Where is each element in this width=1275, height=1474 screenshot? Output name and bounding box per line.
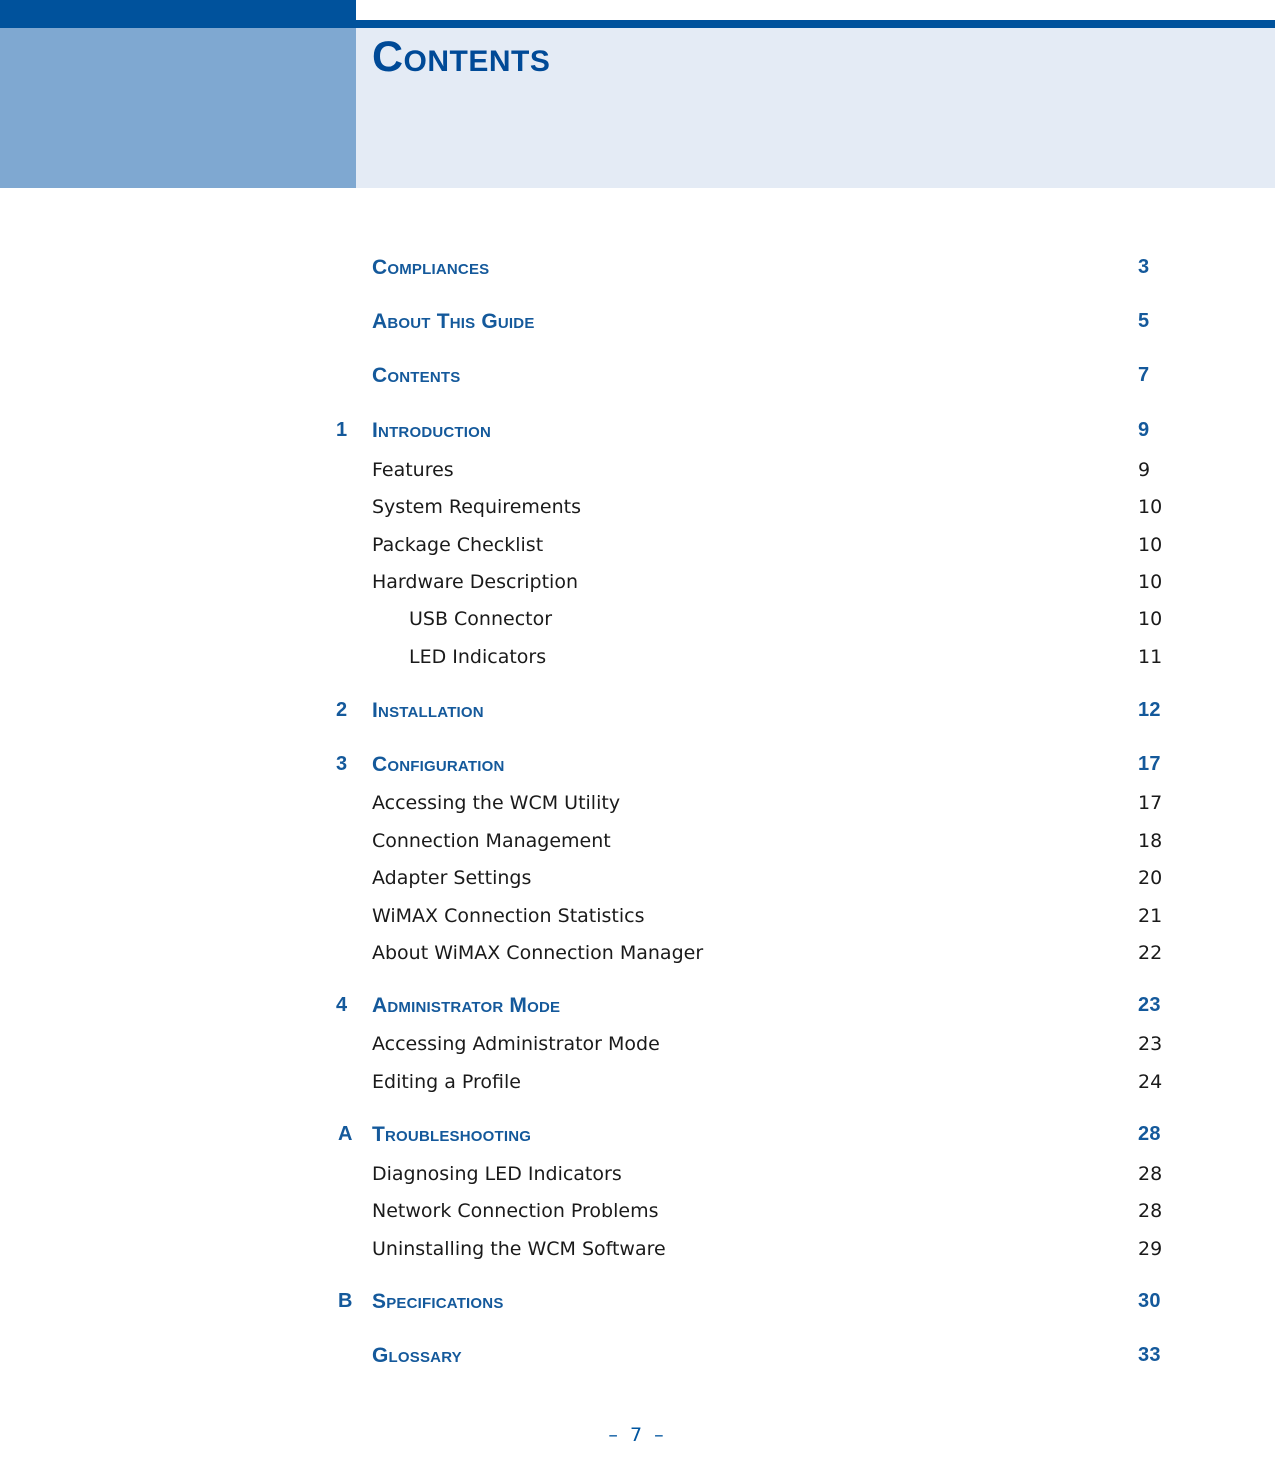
toc-entry-label[interactable]: Troubleshooting <box>372 1123 531 1147</box>
toc-entry-number: 2 <box>336 699 348 721</box>
page-title: Contents <box>372 33 551 81</box>
header-side-block <box>0 28 356 188</box>
header-dark-bar <box>0 0 356 28</box>
toc-entry-number: B <box>338 1290 353 1312</box>
toc-entry-page-number: 18 <box>1138 830 1163 852</box>
toc-entry-page-number: 3 <box>1138 256 1150 278</box>
header-rule-line <box>356 20 1275 28</box>
toc-entry-page-number: 20 <box>1138 867 1163 889</box>
toc-entry[interactable]: LED Indicators 11 <box>0 646 1275 676</box>
toc-entry-page-number: 29 <box>1138 1238 1163 1260</box>
toc-entry-label[interactable]: USB Connector <box>409 608 552 630</box>
toc-entry[interactable]: Network Connection Problems 28 <box>0 1200 1275 1230</box>
toc-entry-label[interactable]: Connection Management <box>372 830 611 852</box>
toc-entry-page-number: 9 <box>1138 419 1150 441</box>
toc-entry[interactable]: Diagnosing LED Indicators 28 <box>0 1163 1275 1193</box>
toc-entry[interactable]: Contents 7 <box>0 364 1275 394</box>
toc-entry-label[interactable]: Configuration <box>372 753 504 777</box>
toc-entry-label[interactable]: Editing a Profile <box>372 1071 521 1093</box>
toc-entry[interactable]: About This Guide 5 <box>0 310 1275 340</box>
toc-entry-page-number: 33 <box>1138 1344 1161 1366</box>
toc-entry-label[interactable]: Adapter Settings <box>372 867 531 889</box>
toc-entry-page-number: 30 <box>1138 1290 1161 1312</box>
toc-entry[interactable]: Uninstalling the WCM Software 29 <box>0 1238 1275 1268</box>
toc-entry-page-number: 28 <box>1138 1200 1163 1222</box>
toc-entry-page-number: 24 <box>1138 1071 1163 1093</box>
page-footer: – 7 – <box>0 1424 1275 1446</box>
toc-entry[interactable]: Accessing the WCM Utility 17 <box>0 792 1275 822</box>
toc-entry-page-number: 21 <box>1138 905 1163 927</box>
toc-entry[interactable]: About WiMAX Connection Manager 22 <box>0 942 1275 972</box>
toc-entry[interactable]: Glossary 33 <box>0 1344 1275 1374</box>
page-header: Contents <box>0 0 1275 188</box>
toc-entry-label[interactable]: Administrator Mode <box>372 994 560 1018</box>
toc-entry-label[interactable]: Specifications <box>372 1290 504 1314</box>
toc-entry[interactable]: Package Checklist 10 <box>0 534 1275 564</box>
toc-entry-page-number: 10 <box>1138 496 1163 518</box>
toc-entry[interactable]: Accessing Administrator Mode 23 <box>0 1033 1275 1063</box>
toc-entry[interactable]: 2 Installation 12 <box>0 699 1275 729</box>
toc-entry-label[interactable]: Installation <box>372 699 484 723</box>
toc-entry-page-number: 17 <box>1138 753 1161 775</box>
toc-entry-label[interactable]: Introduction <box>372 419 491 443</box>
toc-entry-page-number: 22 <box>1138 942 1163 964</box>
toc-entry[interactable]: System Requirements 10 <box>0 496 1275 526</box>
toc-entry-page-number: 11 <box>1138 646 1163 668</box>
toc-entry[interactable]: Compliances 3 <box>0 256 1275 286</box>
toc-entry-label[interactable]: Uninstalling the WCM Software <box>372 1238 666 1260</box>
toc-entry-page-number: 17 <box>1138 792 1163 814</box>
toc-entry[interactable]: 1 Introduction 9 <box>0 419 1275 449</box>
toc-entry-page-number: 23 <box>1138 1033 1163 1055</box>
toc-entry-label[interactable]: Compliances <box>372 256 489 280</box>
toc-entry[interactable]: Features 9 <box>0 459 1275 489</box>
toc-entry-label[interactable]: System Requirements <box>372 496 581 518</box>
toc-entry-label[interactable]: Contents <box>372 364 460 388</box>
toc-entry-page-number: 10 <box>1138 608 1163 630</box>
toc-entry-page-number: 12 <box>1138 699 1161 721</box>
toc-entry[interactable]: A Troubleshooting 28 <box>0 1123 1275 1153</box>
toc-entry-label[interactable]: LED Indicators <box>409 646 546 668</box>
toc-entry-page-number: 23 <box>1138 994 1161 1016</box>
toc-entry[interactable]: USB Connector 10 <box>0 608 1275 638</box>
toc-entry-number: 4 <box>336 994 348 1016</box>
toc-entry[interactable]: Connection Management 18 <box>0 830 1275 860</box>
toc-entry-label[interactable]: Features <box>372 459 454 481</box>
toc-entry-page-number: 10 <box>1138 534 1163 556</box>
footer-page-number: – 7 – <box>608 1424 667 1446</box>
toc-entry-label[interactable]: Package Checklist <box>372 534 543 556</box>
toc-entry-page-number: 10 <box>1138 571 1163 593</box>
toc-entry-page-number: 9 <box>1138 459 1151 481</box>
toc-entry-label[interactable]: Accessing Administrator Mode <box>372 1033 660 1055</box>
toc-entry[interactable]: Hardware Description 10 <box>0 571 1275 601</box>
toc-entry-label[interactable]: About WiMAX Connection Manager <box>372 942 703 964</box>
toc-entry-page-number: 28 <box>1138 1123 1161 1145</box>
toc-entry-label[interactable]: Glossary <box>372 1344 462 1368</box>
toc-entry-label[interactable]: About This Guide <box>372 310 535 334</box>
toc-entry-label[interactable]: WiMAX Connection Statistics <box>372 905 645 927</box>
toc-entry[interactable]: Adapter Settings 20 <box>0 867 1275 897</box>
toc-entry-page-number: 5 <box>1138 310 1150 332</box>
toc-entry-label[interactable]: Hardware Description <box>372 571 578 593</box>
toc-entry-number: A <box>338 1123 353 1145</box>
toc-entry-number: 1 <box>336 419 348 441</box>
toc-entry-label[interactable]: Accessing the WCM Utility <box>372 792 620 814</box>
toc-entry-label[interactable]: Diagnosing LED Indicators <box>372 1163 622 1185</box>
toc-entry[interactable]: Editing a Profile 24 <box>0 1071 1275 1101</box>
toc-entry-page-number: 7 <box>1138 364 1150 386</box>
toc-entry[interactable]: WiMAX Connection Statistics 21 <box>0 905 1275 935</box>
toc-entry-label[interactable]: Network Connection Problems <box>372 1200 659 1222</box>
toc-entry[interactable]: B Specifications 30 <box>0 1290 1275 1320</box>
toc-entry[interactable]: 4 Administrator Mode 23 <box>0 994 1275 1024</box>
toc-entry[interactable]: 3 Configuration 17 <box>0 753 1275 783</box>
toc-entry-page-number: 28 <box>1138 1163 1163 1185</box>
toc-entry-number: 3 <box>336 753 348 775</box>
